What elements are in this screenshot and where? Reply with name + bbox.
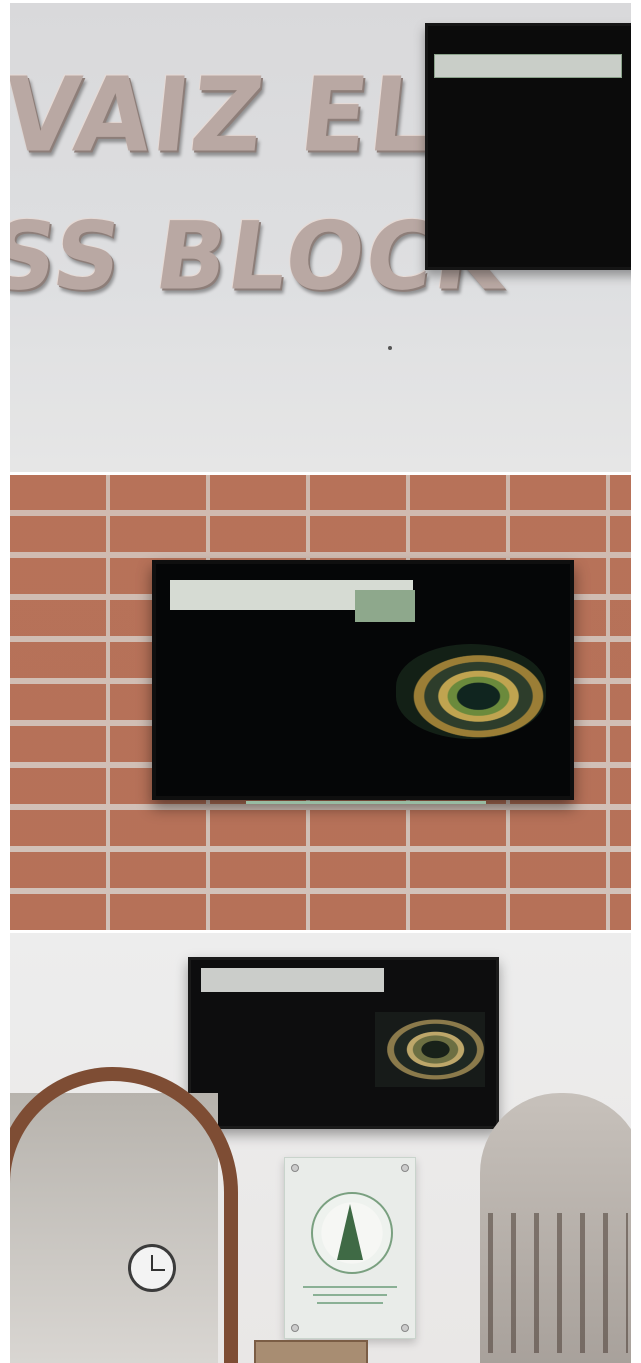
panel-brick-wall bbox=[10, 475, 631, 930]
small-frame bbox=[254, 1340, 368, 1363]
panel-sign-wall: VAIZ ELAHI SS BLOCK bbox=[10, 3, 631, 472]
screen-header-banner bbox=[170, 580, 415, 622]
framed-certificate bbox=[284, 1157, 416, 1339]
event-photo bbox=[396, 644, 546, 739]
photo-collage: VAIZ ELAHI SS BLOCK bbox=[0, 0, 641, 1363]
display-screen-bottom bbox=[188, 957, 499, 1129]
window-rails bbox=[488, 1213, 628, 1353]
screw-icon bbox=[401, 1164, 409, 1172]
certificate-text-line bbox=[313, 1294, 387, 1296]
banner-graphic bbox=[355, 590, 415, 622]
tv-stand-bar bbox=[246, 801, 486, 804]
screw-icon bbox=[291, 1324, 299, 1332]
wooden-arch-frame bbox=[10, 1067, 238, 1363]
certificate-text-line bbox=[317, 1302, 383, 1304]
screen-header-banner bbox=[201, 968, 384, 992]
screw-icon bbox=[401, 1324, 409, 1332]
clock-hand bbox=[151, 1269, 165, 1271]
display-screen-middle bbox=[152, 560, 574, 804]
display-screen-top bbox=[425, 23, 631, 270]
certificate-text-line bbox=[303, 1286, 397, 1288]
panel-hallway bbox=[10, 933, 631, 1363]
wall-clock bbox=[128, 1244, 176, 1292]
wall-mark bbox=[388, 346, 392, 350]
tree-icon bbox=[337, 1204, 363, 1260]
event-photo bbox=[375, 1012, 485, 1087]
screw-icon bbox=[291, 1164, 299, 1172]
screen-header-banner bbox=[434, 54, 622, 78]
hallway-arch bbox=[480, 1093, 631, 1363]
